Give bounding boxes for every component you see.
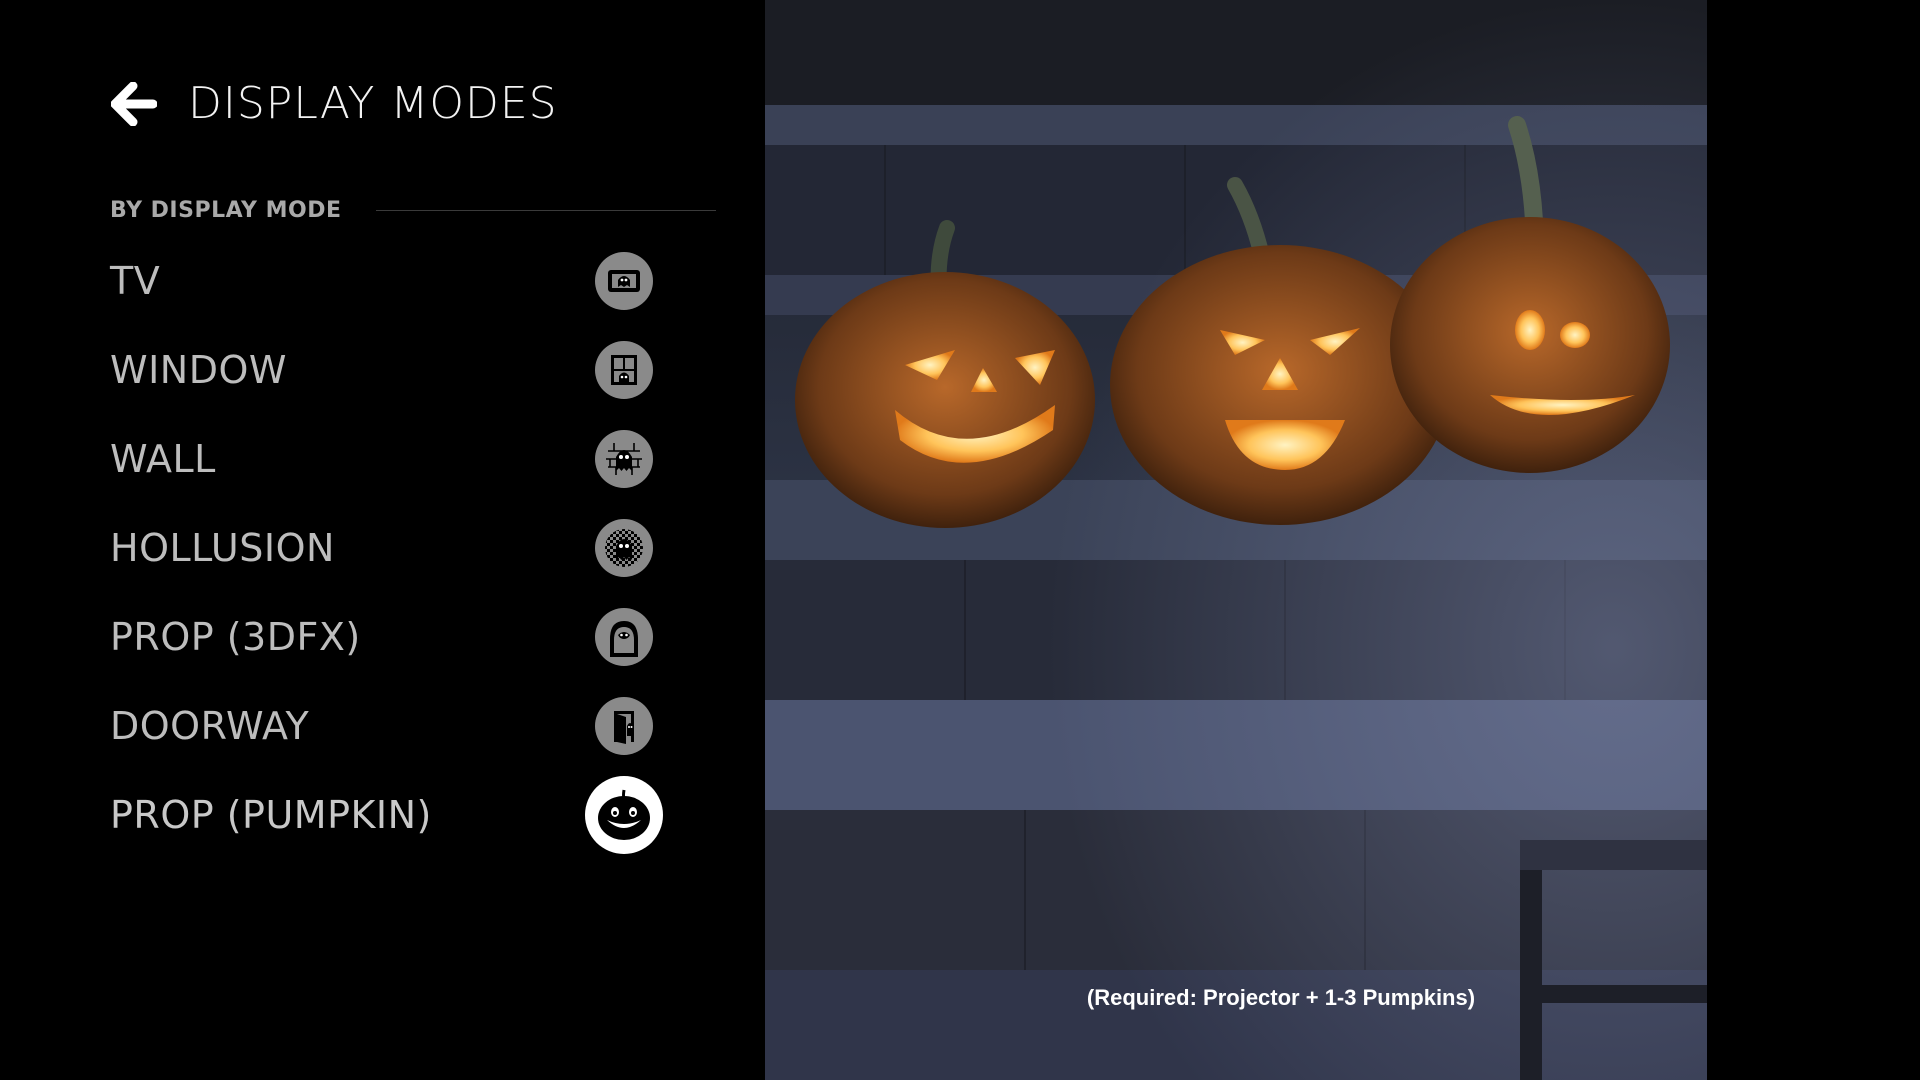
mode-label: DOORWAY (110, 703, 310, 748)
mode-item-prop-pumpkin[interactable]: PROP (PUMPKIN) (110, 770, 670, 859)
hollusion-ghost-icon (595, 518, 653, 577)
pumpkins-on-steps-illustration (765, 0, 1707, 1080)
mode-item-doorway[interactable]: DOORWAY (110, 681, 670, 770)
section-heading: BY DISPLAY MODE (110, 198, 716, 223)
preview-caption: (Required: Projector + 1-3 Pumpkins) (1086, 985, 1476, 1010)
mode-label: PROP (PUMPKIN) (110, 792, 432, 837)
display-modes-screen: DISPLAY MODES BY DISPLAY MODE TV WINDOW (0, 0, 1920, 1080)
section-label: BY DISPLAY MODE (110, 198, 342, 223)
tv-ghost-icon (595, 251, 653, 310)
pumpkin-face-icon (585, 775, 663, 854)
page-title: DISPLAY MODES (188, 78, 558, 129)
mode-list: TV WINDOW WALL HOLLUSION PROP (3DFX) DOO… (110, 236, 670, 859)
wall-ghost-icon (595, 429, 653, 488)
header: DISPLAY MODES (110, 78, 558, 129)
mode-item-tv[interactable]: TV (110, 236, 670, 325)
mode-item-window[interactable]: WINDOW (110, 325, 670, 414)
mode-label: WALL (110, 436, 216, 481)
prop-ghost-icon (595, 607, 653, 666)
mode-label: HOLLUSION (110, 525, 335, 570)
mode-label: PROP (3DFX) (110, 614, 361, 659)
mode-label: TV (110, 258, 161, 303)
preview-image: (Required: Projector + 1-3 Pumpkins) (765, 0, 1707, 1080)
doorway-ghost-icon (595, 696, 653, 755)
mode-label: WINDOW (110, 347, 287, 392)
back-button[interactable] (110, 80, 158, 128)
mode-item-hollusion[interactable]: HOLLUSION (110, 503, 670, 592)
window-ghost-icon (595, 340, 653, 399)
section-divider (375, 210, 716, 211)
back-arrow-icon (111, 81, 157, 126)
mode-item-prop-3dfx[interactable]: PROP (3DFX) (110, 592, 670, 681)
mode-item-wall[interactable]: WALL (110, 414, 670, 503)
